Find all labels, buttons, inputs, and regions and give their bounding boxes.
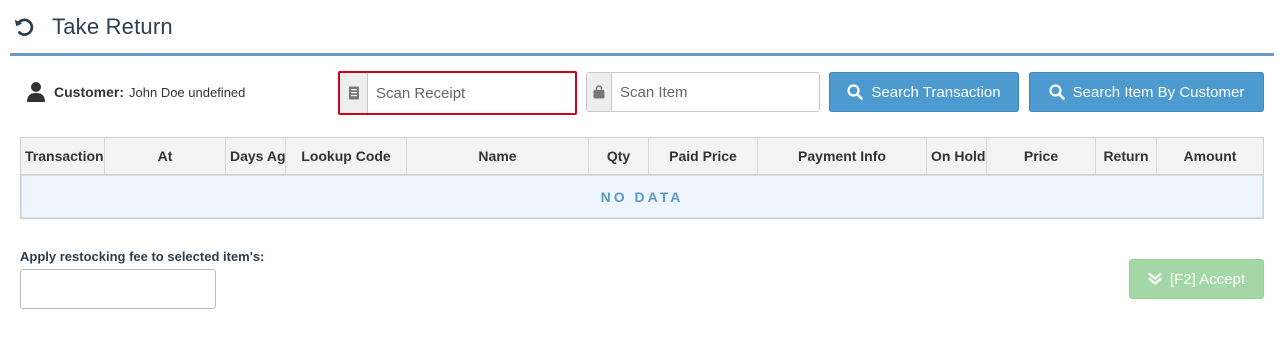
scan-item-group bbox=[586, 72, 820, 112]
bag-icon bbox=[587, 73, 612, 111]
column-header-at[interactable]: At bbox=[105, 138, 226, 174]
customer-info: Customer: John Doe undefined bbox=[26, 80, 245, 104]
search-icon bbox=[847, 84, 864, 100]
scan-item-input[interactable] bbox=[612, 73, 819, 111]
column-header-name[interactable]: Name bbox=[407, 138, 589, 174]
column-header-amount[interactable]: Amount bbox=[1157, 138, 1263, 174]
page-header: Take Return bbox=[10, 0, 1274, 56]
customer-name: John Doe undefined bbox=[129, 84, 246, 100]
receipt-icon bbox=[340, 73, 368, 113]
column-header-transaction[interactable]: Transaction bbox=[21, 138, 105, 174]
undo-icon[interactable] bbox=[13, 15, 37, 39]
search-item-by-customer-label: Search Item By Customer bbox=[1072, 83, 1245, 101]
customer-label: Customer: bbox=[54, 84, 125, 100]
accept-label: [F2] Accept bbox=[1169, 270, 1246, 288]
return-items-table: Transaction At Days Ago Lookup Code Name… bbox=[20, 137, 1264, 219]
user-icon bbox=[26, 81, 46, 103]
restocking-fee-input[interactable] bbox=[20, 269, 216, 309]
column-header-qty[interactable]: Qty bbox=[589, 138, 649, 174]
double-check-icon bbox=[1148, 272, 1162, 286]
column-header-on-hold[interactable]: On Hold bbox=[927, 138, 987, 174]
column-header-price[interactable]: Price bbox=[987, 138, 1096, 174]
restocking-fee-label: Apply restocking fee to selected item's: bbox=[20, 249, 265, 264]
search-transaction-button[interactable]: Search Transaction bbox=[829, 72, 1019, 112]
search-icon bbox=[1049, 84, 1065, 100]
column-header-paid-price[interactable]: Paid Price bbox=[649, 138, 758, 174]
column-header-payment-info[interactable]: Payment Info bbox=[758, 138, 927, 174]
search-transaction-label: Search Transaction bbox=[871, 83, 1001, 101]
scan-receipt-input[interactable] bbox=[368, 73, 575, 113]
empty-state: NO DATA bbox=[21, 175, 1263, 218]
scan-receipt-group bbox=[338, 71, 577, 115]
table-header: Transaction At Days Ago Lookup Code Name… bbox=[21, 138, 1263, 175]
column-header-lookup-code[interactable]: Lookup Code bbox=[286, 138, 407, 174]
column-header-days-ago[interactable]: Days Ago bbox=[226, 138, 286, 174]
take-return-page: Take Return Customer: John Doe undefined bbox=[0, 0, 1281, 337]
search-item-by-customer-button[interactable]: Search Item By Customer bbox=[1029, 72, 1264, 112]
page-title: Take Return bbox=[52, 13, 173, 39]
accept-button[interactable]: [F2] Accept bbox=[1129, 259, 1264, 299]
column-header-return[interactable]: Return bbox=[1096, 138, 1157, 174]
